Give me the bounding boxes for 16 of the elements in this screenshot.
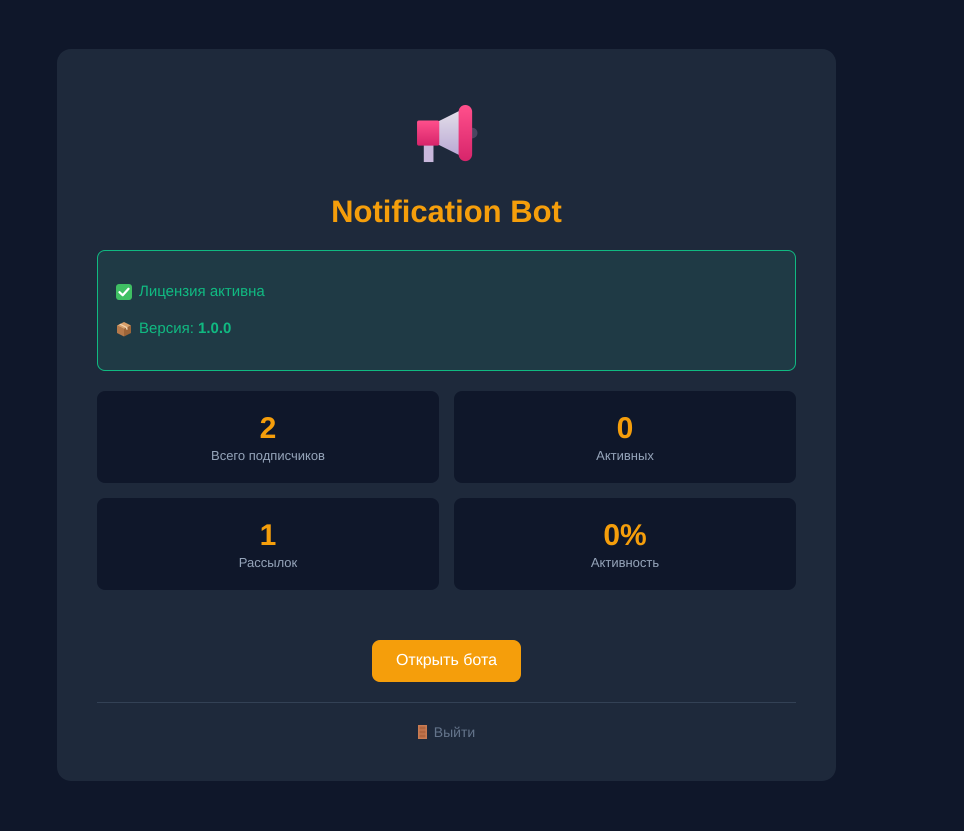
license-status: Лицензия активна — [139, 282, 265, 302]
stat-value: 0 — [616, 411, 634, 447]
logout-link[interactable]: Выйти — [418, 723, 476, 741]
door-icon — [418, 725, 427, 739]
package-icon — [116, 321, 132, 337]
stat-label: Рассылок — [238, 554, 298, 572]
stat-value: 0% — [603, 518, 647, 554]
app-title: Notification Bot — [330, 193, 563, 231]
stat-value: 1 — [260, 518, 276, 554]
open-bot-button[interactable]: Открыть бота — [372, 640, 522, 682]
version-text: Версия: 1.0.0 — [139, 319, 232, 339]
stat-label: Всего подписчиков — [211, 447, 325, 465]
megaphone-icon — [416, 105, 478, 163]
stat-label: Активность — [590, 554, 660, 572]
stat-label: Активных — [596, 447, 654, 465]
stat-value: 2 — [260, 411, 276, 447]
